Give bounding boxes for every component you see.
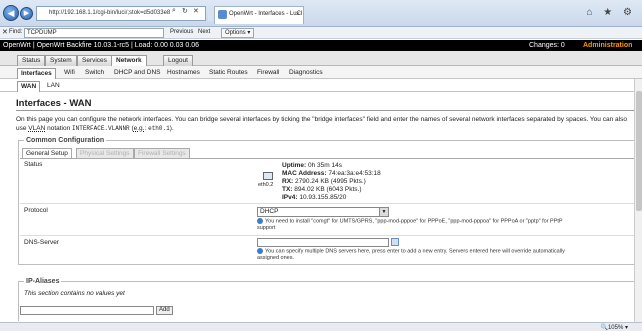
add-alias-button[interactable]: Add xyxy=(156,306,173,315)
uptime-label: Uptime: xyxy=(282,162,307,169)
mac-label: MAC Address: xyxy=(282,170,327,177)
refresh-icon[interactable]: ↻ xyxy=(182,7,188,15)
protocol-label: Protocol xyxy=(24,207,48,214)
find-options-button[interactable]: Options ▾ xyxy=(221,28,255,38)
ipv4-value: 10.93.155.85/20 xyxy=(299,194,347,201)
tx-label: TX: xyxy=(282,186,293,193)
config-tabs-divider xyxy=(20,158,636,159)
intro-text-3: notation xyxy=(45,125,73,132)
protocol-select[interactable]: DHCP ▼ xyxy=(257,207,389,217)
dns-server-input[interactable] xyxy=(257,238,389,247)
tab-separator xyxy=(208,6,213,21)
menu-status[interactable]: Status xyxy=(17,55,46,66)
tab-firewall-settings[interactable]: Firewall Settings xyxy=(134,148,190,158)
tab-wan[interactable]: WAN xyxy=(17,81,41,92)
browser-toolbar-icons[interactable]: ⌂ ★ ⚙ xyxy=(586,7,636,18)
forward-icon[interactable]: ▶ xyxy=(20,7,33,20)
uptime-value: 0h 35m 14s xyxy=(308,162,342,169)
tab-physical-settings[interactable]: Physical Settings xyxy=(76,148,134,158)
menu-network[interactable]: Network xyxy=(111,55,147,66)
find-bar: ✕ Find: TCPDUMP Previous Next Options ▾ xyxy=(0,27,642,39)
page-scrollbar[interactable] xyxy=(634,79,642,322)
address-bar[interactable]: http://192.168.1.1/cgi-bin/luci/;stok=d5… xyxy=(36,6,206,21)
find-previous-button[interactable]: Previous xyxy=(170,29,193,35)
network-submenu: Interfaces Wifi Switch DHCP and DNS Host… xyxy=(0,66,642,79)
submenu-switch[interactable]: Switch xyxy=(82,68,107,79)
submenu-wifi[interactable]: Wifi xyxy=(61,68,78,79)
browser-tab-luci[interactable]: OpenWrt - Interfaces - LuCI × xyxy=(214,6,304,24)
browser-statusbar: 🔍105% ▾ xyxy=(0,322,642,331)
row-divider xyxy=(20,235,636,236)
find-close-icon[interactable]: ✕ xyxy=(2,28,8,36)
protocol-value: DHCP xyxy=(260,208,279,215)
tab-general-setup[interactable]: General Setup xyxy=(22,148,72,158)
common-configuration-legend: Common Configuration xyxy=(24,137,107,144)
browser-toolbar: ◀ ▶ http://192.168.1.1/cgi-bin/luci/;sto… xyxy=(0,0,642,27)
ip-aliases-empty: This section contains no values yet xyxy=(24,290,125,297)
submenu-diagnostics[interactable]: Diagnostics xyxy=(286,68,326,79)
example-notation: eth0.1 xyxy=(148,125,170,132)
intro-text: On this page you can configure the netwo… xyxy=(16,116,601,123)
submenu-dhcp-dns[interactable]: DHCP and DNS xyxy=(111,68,163,79)
page-description: On this page you can configure the netwo… xyxy=(16,115,638,133)
intro-text-6: ). xyxy=(169,125,174,132)
luci-header: OpenWrt | OpenWrt Backfire 10.03.1-rc5 |… xyxy=(0,40,642,51)
ipv4-label: IPv4: xyxy=(282,194,298,201)
host-info: OpenWrt | OpenWrt Backfire 10.03.1-rc5 |… xyxy=(3,42,199,49)
page-title: Interfaces - WAN xyxy=(16,98,92,109)
chevron-down-icon[interactable]: ▼ xyxy=(379,208,388,216)
submenu-hostnames[interactable]: Hostnames xyxy=(164,68,203,79)
find-next-button[interactable]: Next xyxy=(198,29,210,35)
dns-server-label: DNS-Server xyxy=(24,239,60,246)
info-icon xyxy=(257,248,263,254)
favicon-icon xyxy=(218,10,227,19)
vlan-abbr: VLAN xyxy=(28,125,46,132)
dns-hint-text-2: assigned ones. xyxy=(257,255,294,262)
tx-value: 894.02 KB (6043 Pkts.) xyxy=(294,186,362,193)
alias-name-input[interactable] xyxy=(20,306,154,315)
dns-hint-text: You can specify multiple DNS servers her… xyxy=(265,248,565,255)
main-menu: Status System Services Network Logout xyxy=(0,51,642,66)
info-icon xyxy=(257,218,263,224)
tab-lan[interactable]: LAN xyxy=(44,81,63,92)
zoom-level[interactable]: 🔍105% ▾ xyxy=(601,324,629,331)
interface-tabs: WAN LAN xyxy=(0,79,642,92)
menu-logout[interactable]: Logout xyxy=(163,55,193,66)
find-label: Find: xyxy=(9,29,23,35)
add-dns-icon[interactable] xyxy=(391,238,399,246)
ethernet-port-icon xyxy=(263,172,273,180)
interface-notation: INTERFACE.VLANNR xyxy=(72,125,130,132)
submenu-firewall[interactable]: Firewall xyxy=(254,68,282,79)
rx-value: 2790.24 KB (4995 Pkts.) xyxy=(295,178,366,185)
dns-hint: You can specify multiple DNS servers her… xyxy=(257,248,617,262)
protocol-hint-text-2: support xyxy=(257,225,276,232)
row-divider xyxy=(20,203,636,204)
submenu-static-routes[interactable]: Static Routes xyxy=(206,68,251,79)
status-label: Status xyxy=(24,161,43,168)
ip-aliases-legend: IP-Aliases xyxy=(24,278,62,285)
interface-status: Uptime: 0h 35m 14s MAC Address: 74:ea:3a… xyxy=(282,162,381,202)
protocol-hint-text: You need to install "comgt" for UMTS/GPR… xyxy=(265,218,563,225)
changes-link[interactable]: Changes: 0 xyxy=(529,40,565,51)
scrollbar-thumb[interactable] xyxy=(636,91,642,211)
close-tab-icon[interactable]: × xyxy=(296,7,300,22)
menu-system[interactable]: System xyxy=(45,55,77,66)
submenu-interfaces[interactable]: Interfaces xyxy=(17,68,56,79)
mac-value: 74:ea:3a:e4:53:18 xyxy=(328,170,381,177)
interface-name: eth0.2 xyxy=(258,182,274,188)
protocol-hint: You need to install "comgt" for UMTS/GPR… xyxy=(257,218,617,232)
ip-aliases-section xyxy=(18,281,638,321)
search-icon[interactable]: ⌕ xyxy=(172,7,176,15)
stop-icon[interactable]: ✕ xyxy=(193,7,199,15)
browser-tab-title: OpenWrt - Interfaces - LuCI xyxy=(229,11,303,17)
title-divider xyxy=(16,110,638,111)
eg-abbr: e.g. xyxy=(133,125,145,132)
rx-label: RX: xyxy=(282,178,294,185)
administration-link[interactable]: Administration xyxy=(583,40,632,51)
back-icon[interactable]: ◀ xyxy=(3,5,19,21)
menu-services[interactable]: Services xyxy=(77,55,112,66)
find-input[interactable]: TCPDUMP xyxy=(24,28,164,38)
